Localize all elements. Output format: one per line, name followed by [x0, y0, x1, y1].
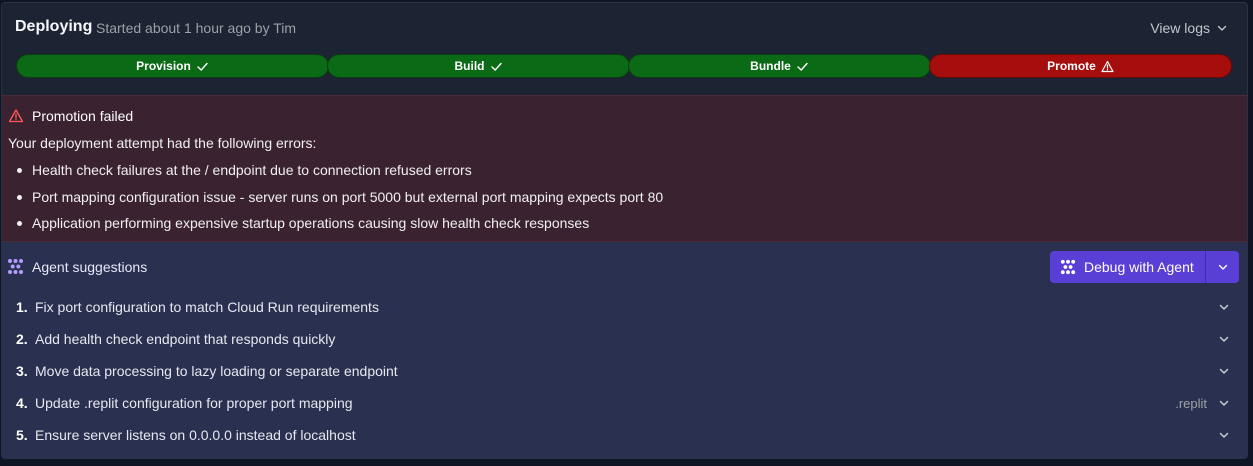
error-intro: Your deployment attempt had the followin…	[8, 135, 317, 151]
deployment-subtitle: Started about 1 hour ago by Tim	[96, 20, 297, 36]
agent-suggestions-header: Agent suggestions	[7, 258, 147, 275]
agent-icon	[1060, 259, 1076, 275]
check-icon	[196, 60, 209, 73]
deployment-header: Deploying Started about 1 hour ago by Ti…	[2, 3, 1247, 95]
deployment-panel: Deploying Started about 1 hour ago by Ti…	[1, 2, 1248, 459]
debug-options-dropdown[interactable]	[1205, 251, 1239, 283]
agent-suggestions-section: Agent suggestions Debug with Agent 1. Fi…	[2, 242, 1247, 458]
step-promote[interactable]: Promote	[929, 54, 1232, 78]
agent-suggestions-title: Agent suggestions	[32, 258, 148, 275]
suggestion-text: Update .replit configuration for proper …	[35, 395, 353, 411]
step-bundle[interactable]: Bundle	[628, 54, 931, 78]
suggestion-number: 3.	[16, 363, 28, 379]
step-label: Promote	[1047, 59, 1096, 73]
view-logs-label: View logs	[1150, 20, 1210, 36]
suggestion-text: Add health check endpoint that responds …	[35, 331, 336, 347]
check-icon	[796, 60, 809, 73]
error-list: Health check failures at the / endpoint …	[8, 160, 663, 240]
suggestion-text: Fix port configuration to match Cloud Ru…	[35, 299, 379, 315]
debug-with-agent-button[interactable]: Debug with Agent	[1050, 251, 1205, 283]
error-item: Port mapping configuration issue - serve…	[8, 187, 663, 214]
step-label: Build	[454, 59, 485, 73]
suggestion-text: Ensure server listens on 0.0.0.0 instead…	[35, 427, 356, 443]
agent-icon	[7, 258, 24, 275]
step-build[interactable]: Build	[327, 54, 630, 78]
chevron-down-icon[interactable]	[1218, 333, 1230, 345]
suggestion-text: Move data processing to lazy loading or …	[35, 363, 398, 379]
suggestion-item[interactable]: 4. Update .replit configuration for prop…	[2, 387, 1247, 419]
suggestion-number: 4.	[16, 395, 28, 411]
debug-with-agent-label: Debug with Agent	[1084, 259, 1194, 275]
suggestion-item[interactable]: 5. Ensure server listens on 0.0.0.0 inst…	[2, 419, 1247, 451]
suggestion-item[interactable]: 3. Move data processing to lazy loading …	[2, 355, 1247, 387]
step-provision[interactable]: Provision	[16, 54, 329, 78]
chevron-down-icon[interactable]	[1218, 429, 1230, 441]
error-header: Promotion failed	[8, 108, 133, 124]
suggestion-list: 1. Fix port configuration to match Cloud…	[2, 291, 1247, 451]
deployment-title: Deploying	[15, 18, 93, 35]
suggestion-item[interactable]: 2. Add health check endpoint that respon…	[2, 323, 1247, 355]
chevron-down-icon	[1216, 22, 1228, 34]
step-label: Bundle	[750, 59, 791, 73]
suggestion-number: 2.	[16, 331, 28, 347]
suggestion-file-label: .replit	[1175, 395, 1207, 411]
error-title: Promotion failed	[32, 108, 134, 124]
chevron-down-icon[interactable]	[1218, 365, 1230, 377]
error-item: Health check failures at the / endpoint …	[8, 160, 663, 187]
view-logs-button[interactable]: View logs	[1150, 20, 1228, 36]
chevron-down-icon	[1218, 264, 1227, 270]
error-item: Application performing expensive startup…	[8, 213, 663, 240]
suggestion-number: 1.	[16, 299, 28, 315]
step-label: Provision	[136, 59, 191, 73]
warning-icon	[1101, 60, 1114, 73]
error-box: Promotion failed Your deployment attempt…	[2, 95, 1247, 242]
warning-icon	[8, 108, 24, 124]
chevron-down-icon[interactable]	[1218, 397, 1230, 409]
debug-with-agent-button-group: Debug with Agent	[1050, 251, 1239, 283]
check-icon	[490, 60, 503, 73]
chevron-down-icon[interactable]	[1218, 301, 1230, 313]
deployment-stepper: Provision Build Bundle Promote	[16, 54, 1232, 78]
suggestion-number: 5.	[16, 427, 28, 443]
suggestion-item[interactable]: 1. Fix port configuration to match Cloud…	[2, 291, 1247, 323]
